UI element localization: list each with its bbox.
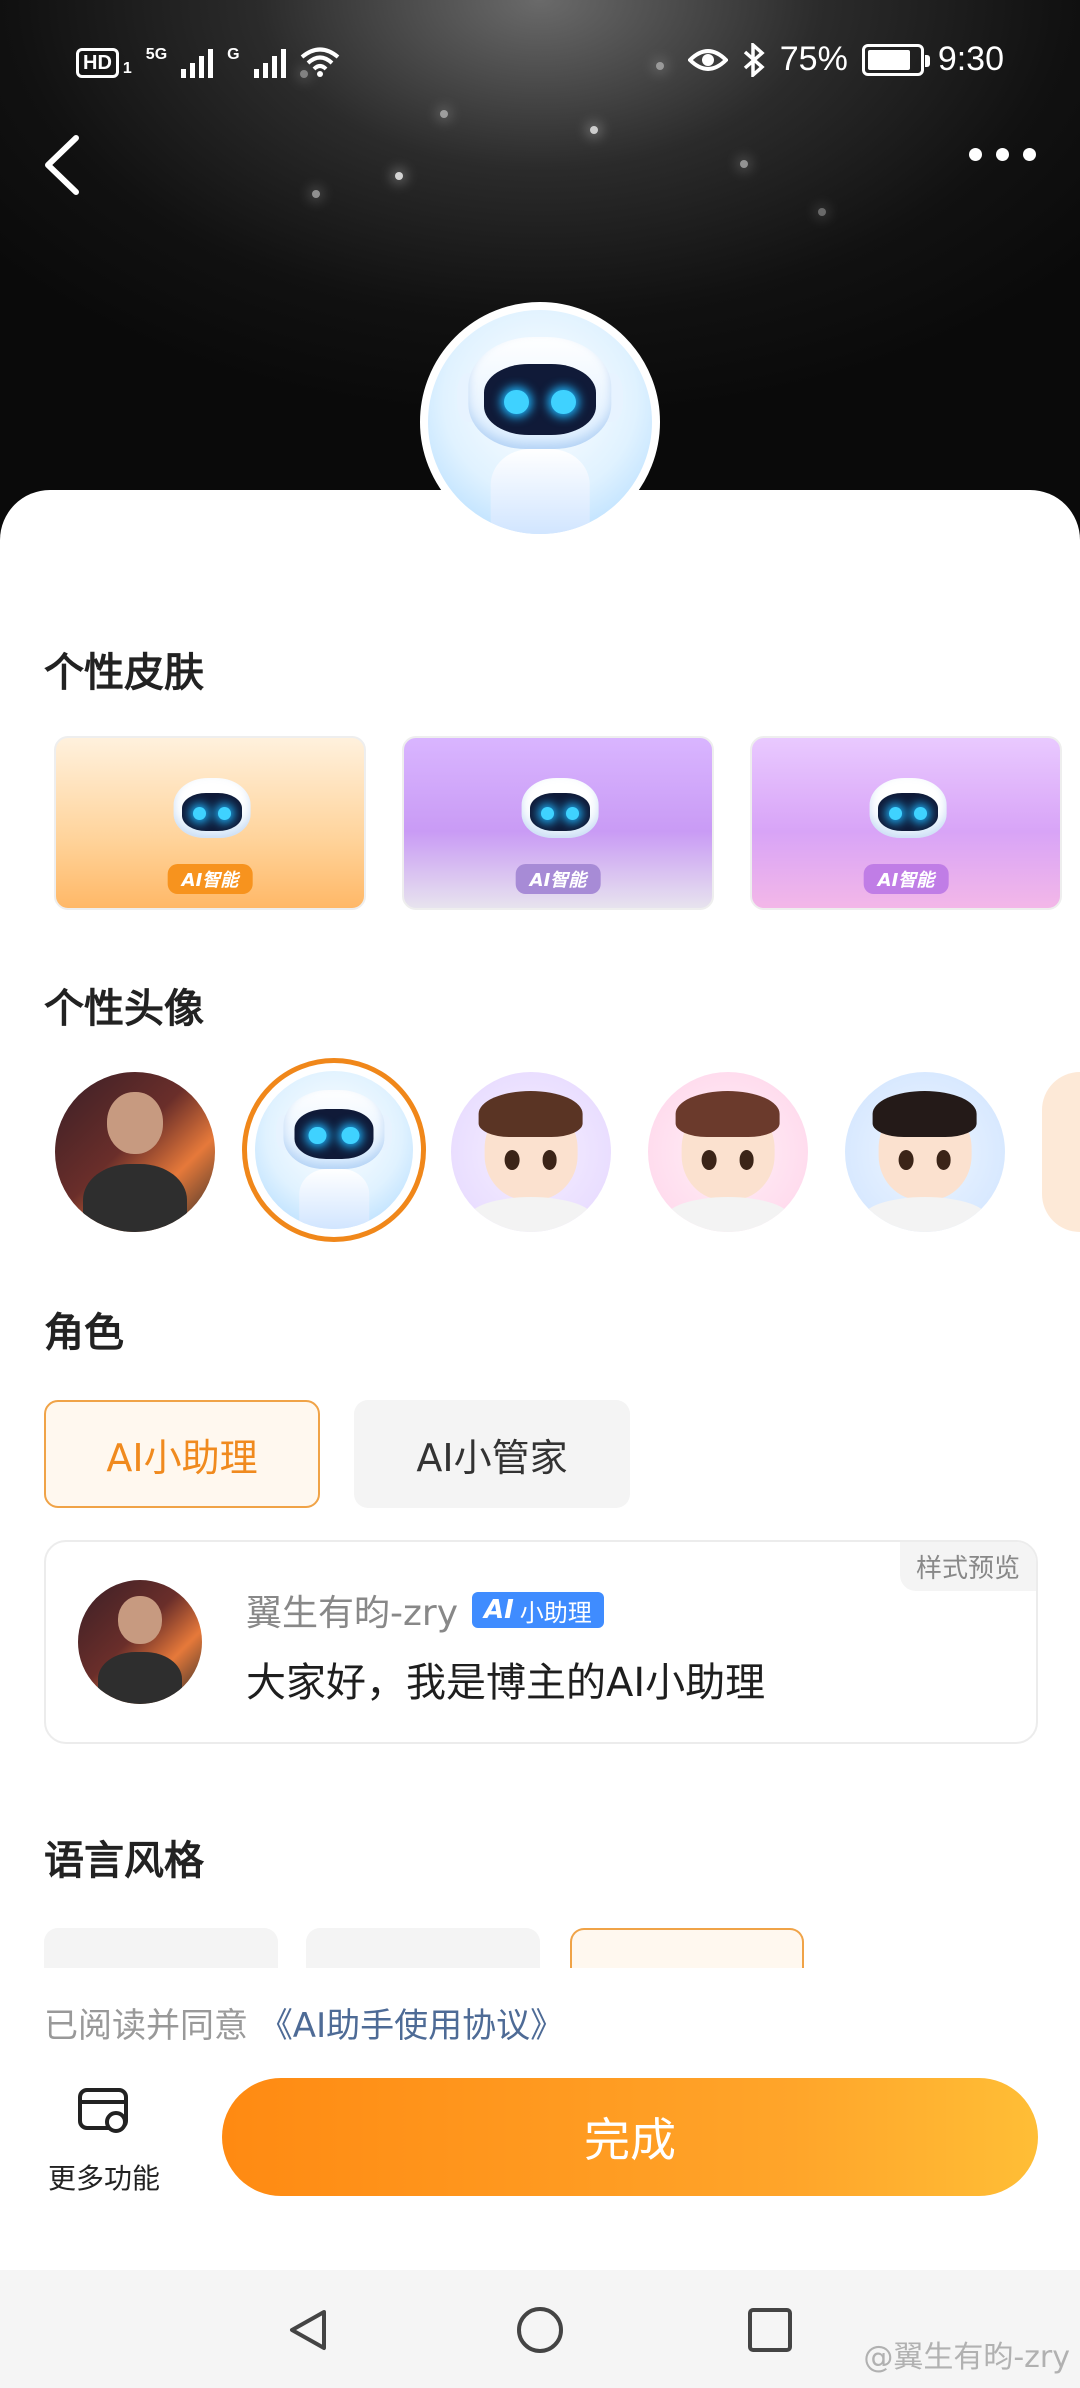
network-g-label: G [227, 46, 240, 63]
eye-icon [687, 48, 728, 71]
card-settings-icon [78, 2088, 128, 2133]
wifi-icon [300, 47, 339, 77]
nav-recents-icon[interactable] [746, 2306, 794, 2354]
battery-icon [861, 43, 930, 76]
more-features-label: 更多功能 [47, 2162, 160, 2195]
preview-message: 大家好，我是博主的AI小助理 [246, 1660, 766, 1706]
hd-indicator: HD [76, 48, 119, 78]
status-right: 75% 9:30 [687, 40, 1004, 79]
style-preview-card: 样式预览 翼生有昀-zry AI 小助理 大家好，我是博主的AI小助理 [44, 1540, 1038, 1744]
avatar-option-robot[interactable] [242, 1058, 426, 1242]
language-section-title: 语言风格 [44, 1838, 204, 1884]
current-avatar [420, 302, 660, 542]
sparkle [740, 160, 748, 168]
watermark: @翼生有昀-zry [863, 2340, 1070, 2375]
role-option-assistant[interactable]: AI小助理 [44, 1400, 320, 1508]
status-left: HD 1 5G G [76, 46, 340, 78]
preview-avatar [78, 1580, 202, 1704]
language-option-3[interactable] [570, 1928, 804, 1968]
status-bar: HD 1 5G G 75% 9:30 [0, 0, 1080, 130]
avatar-option-cartoon-boy[interactable] [451, 1072, 611, 1232]
language-option-1[interactable] [44, 1928, 278, 1968]
person-silhouette [107, 1092, 163, 1154]
ai-badge-text: 小助理 [519, 1598, 592, 1627]
bluetooth-icon [743, 42, 765, 77]
skin-option-2[interactable]: AI智能 [402, 736, 714, 910]
skin-badge: AI智能 [863, 864, 949, 894]
robot-avatar-art [255, 1071, 413, 1229]
skin-badge: AI智能 [515, 864, 601, 894]
clock: 9:30 [937, 40, 1004, 78]
sparkle [395, 172, 403, 180]
battery-percent: 75% [779, 40, 848, 78]
skin-option-1[interactable]: AI智能 [54, 736, 366, 910]
sparkle [312, 190, 320, 198]
nav-back-icon[interactable] [284, 2306, 332, 2354]
avatar-option-cartoon-man[interactable] [845, 1072, 1005, 1232]
preview-name-row: 翼生有昀-zry AI 小助理 [246, 1584, 604, 1636]
system-navigation-bar: @翼生有昀-zry [0, 2270, 1080, 2388]
person-shirt [83, 1164, 187, 1232]
skin-badge: AI智能 [167, 864, 253, 894]
skin-section-title: 个性皮肤 [44, 650, 204, 696]
agreement-prefix: 已阅读并同意 [44, 2006, 248, 2046]
ai-assistant-badge: AI 小助理 [472, 1592, 604, 1628]
more-options-icon[interactable] [969, 148, 1036, 161]
language-option-2[interactable] [306, 1928, 540, 1968]
signal-icon [253, 48, 286, 78]
nav-home-icon[interactable] [516, 2306, 564, 2354]
agreement-link[interactable]: 《AI助手使用协议》 [259, 2006, 564, 2046]
signal-icon [181, 48, 214, 78]
ai-badge-logo: AI [484, 1595, 514, 1625]
skin-option-3[interactable]: AI智能 [750, 736, 1062, 910]
done-button[interactable]: 完成 [222, 2078, 1038, 2196]
avatar-section-title: 个性头像 [44, 986, 204, 1032]
agreement-text: 已阅读并同意 《AI助手使用协议》 [44, 1998, 564, 2047]
sparkle [818, 208, 826, 216]
role-option-butler[interactable]: AI小管家 [354, 1400, 630, 1508]
avatar-option-cartoon-girl[interactable] [648, 1072, 808, 1232]
avatar-option-partial[interactable] [1042, 1072, 1080, 1232]
back-arrow-icon[interactable] [36, 130, 96, 200]
preview-tag: 样式预览 [899, 1542, 1036, 1591]
more-features-button[interactable]: 更多功能 [34, 2086, 174, 2197]
avatar-option-photo[interactable] [55, 1072, 215, 1232]
role-section-title: 角色 [44, 1310, 124, 1356]
sim-indicator: 1 [122, 60, 132, 77]
robot-avatar-art [428, 310, 652, 534]
preview-username: 翼生有昀-zry [246, 1593, 458, 1634]
network-5g-label: 5G [145, 46, 168, 63]
